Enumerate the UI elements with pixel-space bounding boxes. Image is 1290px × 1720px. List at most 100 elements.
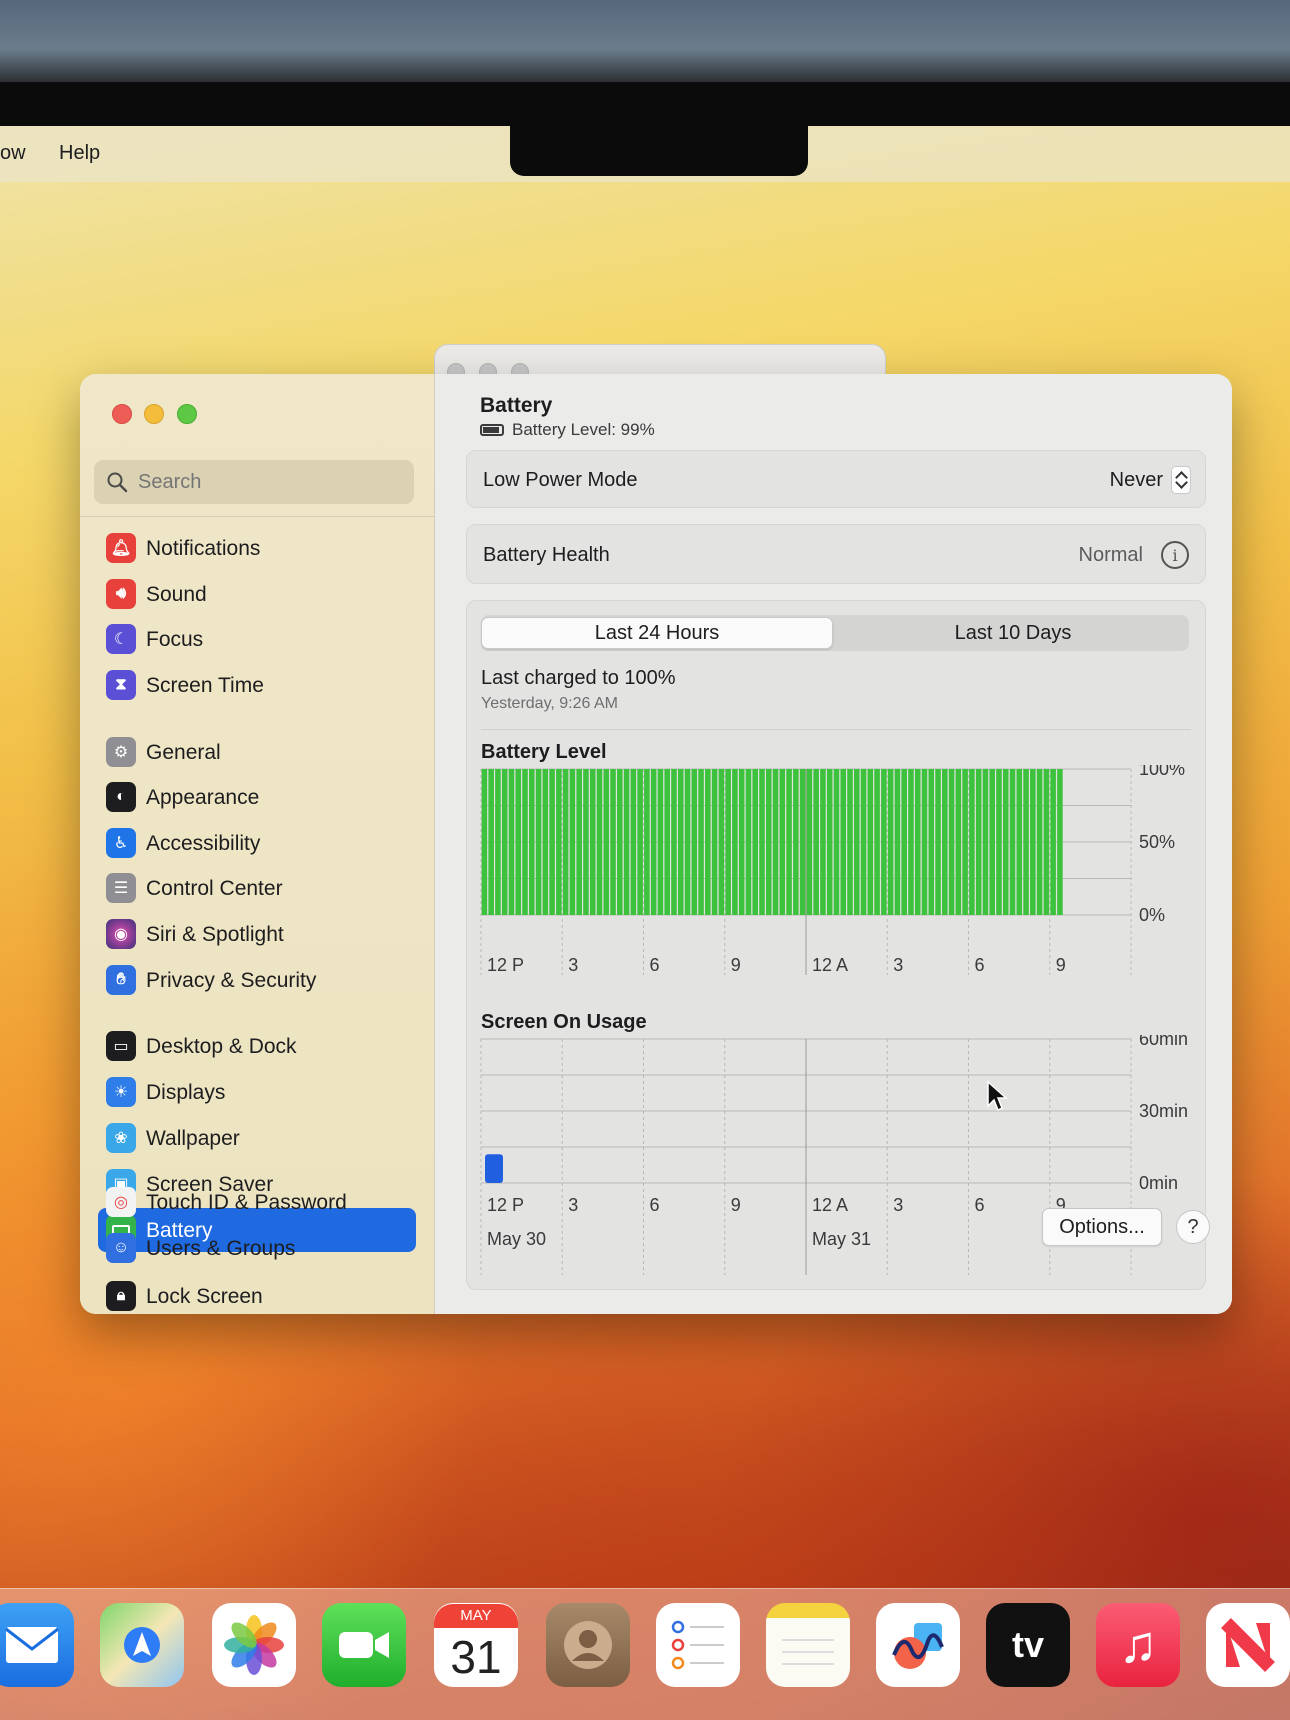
tv-icon[interactable]: tv <box>986 1603 1070 1687</box>
battery-bar <box>522 769 528 915</box>
sidebar-item-control-center[interactable]: ☰ Control Center <box>98 866 416 910</box>
battery-health-label: Battery Health <box>483 544 610 566</box>
battery-bar <box>1057 769 1063 915</box>
menu-help[interactable]: Help <box>59 142 100 165</box>
x-tick-label: 3 <box>893 1195 903 1215</box>
low-power-mode-value: Never <box>1109 468 1163 491</box>
battery-bar <box>833 769 840 915</box>
battery-bar <box>630 769 637 915</box>
battery-bar <box>1016 769 1023 915</box>
mail-icon[interactable] <box>0 1603 74 1687</box>
info-icon[interactable]: i <box>1161 541 1189 569</box>
x-tick-label: 9 <box>1056 955 1066 975</box>
battery-bar <box>989 769 995 915</box>
help-button[interactable]: ? <box>1176 1210 1210 1244</box>
battery-bar <box>583 769 589 915</box>
music-icon[interactable]: ♫ <box>1096 1603 1180 1687</box>
sidebar: 🔔︎ Notifications 🔊︎ Sound ☾ Focus ⧗ Scre… <box>80 374 435 1314</box>
sidebar-item-wallpaper[interactable]: ❀ Wallpaper <box>98 1116 416 1160</box>
battery-bar <box>644 769 650 915</box>
reminders-icon[interactable] <box>656 1603 740 1687</box>
y-tick-label: 30min <box>1139 1101 1188 1121</box>
sidebar-item-users-groups[interactable]: ☺ Users & Groups <box>98 1226 416 1266</box>
battery-bar <box>928 769 935 915</box>
battery-level-chart-title: Battery Level <box>481 741 607 763</box>
time-range-segmented-control: Last 24 Hours Last 10 Days <box>481 615 1189 651</box>
notes-icon[interactable] <box>766 1603 850 1687</box>
maps-icon[interactable] <box>100 1603 184 1687</box>
sidebar-item-screen-time[interactable]: ⧗ Screen Time <box>98 663 416 707</box>
battery-bar <box>962 769 968 915</box>
last-charged-time: Yesterday, 9:26 AM <box>481 695 618 712</box>
search-field[interactable] <box>94 460 414 504</box>
toggles-icon: ☰ <box>106 873 136 903</box>
sidebar-item-privacy-security[interactable]: ✋︎ Privacy & Security <box>98 958 416 1002</box>
battery-level-text: Battery Level: 99% <box>512 420 655 439</box>
fingerprint-icon: ◎ <box>106 1187 136 1217</box>
photos-icon[interactable] <box>212 1603 296 1687</box>
screen-bezel <box>0 0 1290 82</box>
battery-bar <box>840 769 847 915</box>
close-button[interactable] <box>112 404 132 424</box>
battery-bar <box>637 769 643 915</box>
sidebar-item-focus[interactable]: ☾ Focus <box>98 617 416 661</box>
search-icon <box>107 472 128 493</box>
sidebar-item-lock-screen[interactable]: 🔒︎ Lock Screen <box>98 1274 416 1314</box>
x-tick-label: 12 P <box>487 1195 524 1215</box>
battery-bar <box>847 769 853 915</box>
hand-icon: ✋︎ <box>106 965 136 995</box>
news-icon[interactable] <box>1206 1603 1290 1687</box>
sidebar-item-notifications[interactable]: 🔔︎ Notifications <box>98 526 416 570</box>
sidebar-item-sound[interactable]: 🔊︎ Sound <box>98 572 416 616</box>
last-charged-label: Last charged to 100% <box>481 667 676 689</box>
sidebar-item-general[interactable]: ⚙ General <box>98 730 416 774</box>
screen-on-usage-chart-title: Screen On Usage <box>481 1011 647 1033</box>
battery-bar <box>610 769 616 915</box>
tab-last-10-days[interactable]: Last 10 Days <box>837 617 1189 649</box>
low-power-mode-select[interactable]: Never <box>1110 465 1191 495</box>
system-settings-window: 🔔︎ Notifications 🔊︎ Sound ☾ Focus ⧗ Scre… <box>80 374 1232 1314</box>
battery-bar <box>1002 769 1009 915</box>
battery-bar <box>826 769 833 915</box>
sidebar-item-label: Appearance <box>146 786 260 809</box>
speaker-icon: 🔊︎ <box>106 579 136 609</box>
battery-bar <box>921 769 928 915</box>
sidebar-item-displays[interactable]: ☀ Displays <box>98 1070 416 1114</box>
sidebar-item-label: Siri & Spotlight <box>146 923 284 946</box>
freeform-icon[interactable] <box>876 1603 960 1687</box>
sidebar-item-desktop-dock[interactable]: ▭ Desktop & Dock <box>98 1024 416 1068</box>
calendar-icon[interactable]: MAY 31 <box>434 1603 518 1687</box>
battery-bar <box>569 769 576 915</box>
divider <box>481 729 1191 730</box>
sidebar-item-touch-id[interactable]: ◎ Touch ID & Password <box>98 1180 416 1224</box>
options-button[interactable]: Options... <box>1042 1208 1162 1246</box>
battery-bar <box>786 769 792 915</box>
battery-bar <box>806 769 813 915</box>
sidebar-item-appearance[interactable]: ◐ Appearance <box>98 775 416 819</box>
low-power-mode-row: Low Power Mode Never <box>466 450 1206 508</box>
page-title: Battery <box>480 394 553 417</box>
battery-bar <box>603 769 610 915</box>
sidebar-item-siri-spotlight[interactable]: ◉ Siri & Spotlight <box>98 912 416 956</box>
battery-bar <box>664 769 670 915</box>
battery-bar <box>772 769 779 915</box>
x-tick-label: 9 <box>731 1195 741 1215</box>
minimize-button[interactable] <box>144 404 164 424</box>
battery-bar <box>894 769 901 915</box>
sidebar-item-accessibility[interactable]: ♿︎ Accessibility <box>98 821 416 865</box>
battery-bar <box>718 769 725 915</box>
facetime-icon[interactable] <box>322 1603 406 1687</box>
menu-window[interactable]: ow <box>0 142 26 165</box>
battery-bar <box>650 769 657 915</box>
search-input[interactable] <box>138 460 398 504</box>
zoom-button[interactable] <box>177 404 197 424</box>
lock-icon: 🔒︎ <box>106 1281 136 1311</box>
contacts-icon[interactable] <box>546 1603 630 1687</box>
flower-icon: ❀ <box>106 1123 136 1153</box>
battery-bar <box>1050 769 1056 915</box>
tab-last-24-hours[interactable]: Last 24 Hours <box>481 617 833 649</box>
screen-on-usage-chart: 60min30min0min12 P 3 6 9 12 A 3 6 9May 30 May 31 <box>480 1035 1188 1275</box>
siri-icon: ◉ <box>106 919 136 949</box>
battery-bar <box>576 769 582 915</box>
screen-bezel-edge <box>0 82 1290 126</box>
